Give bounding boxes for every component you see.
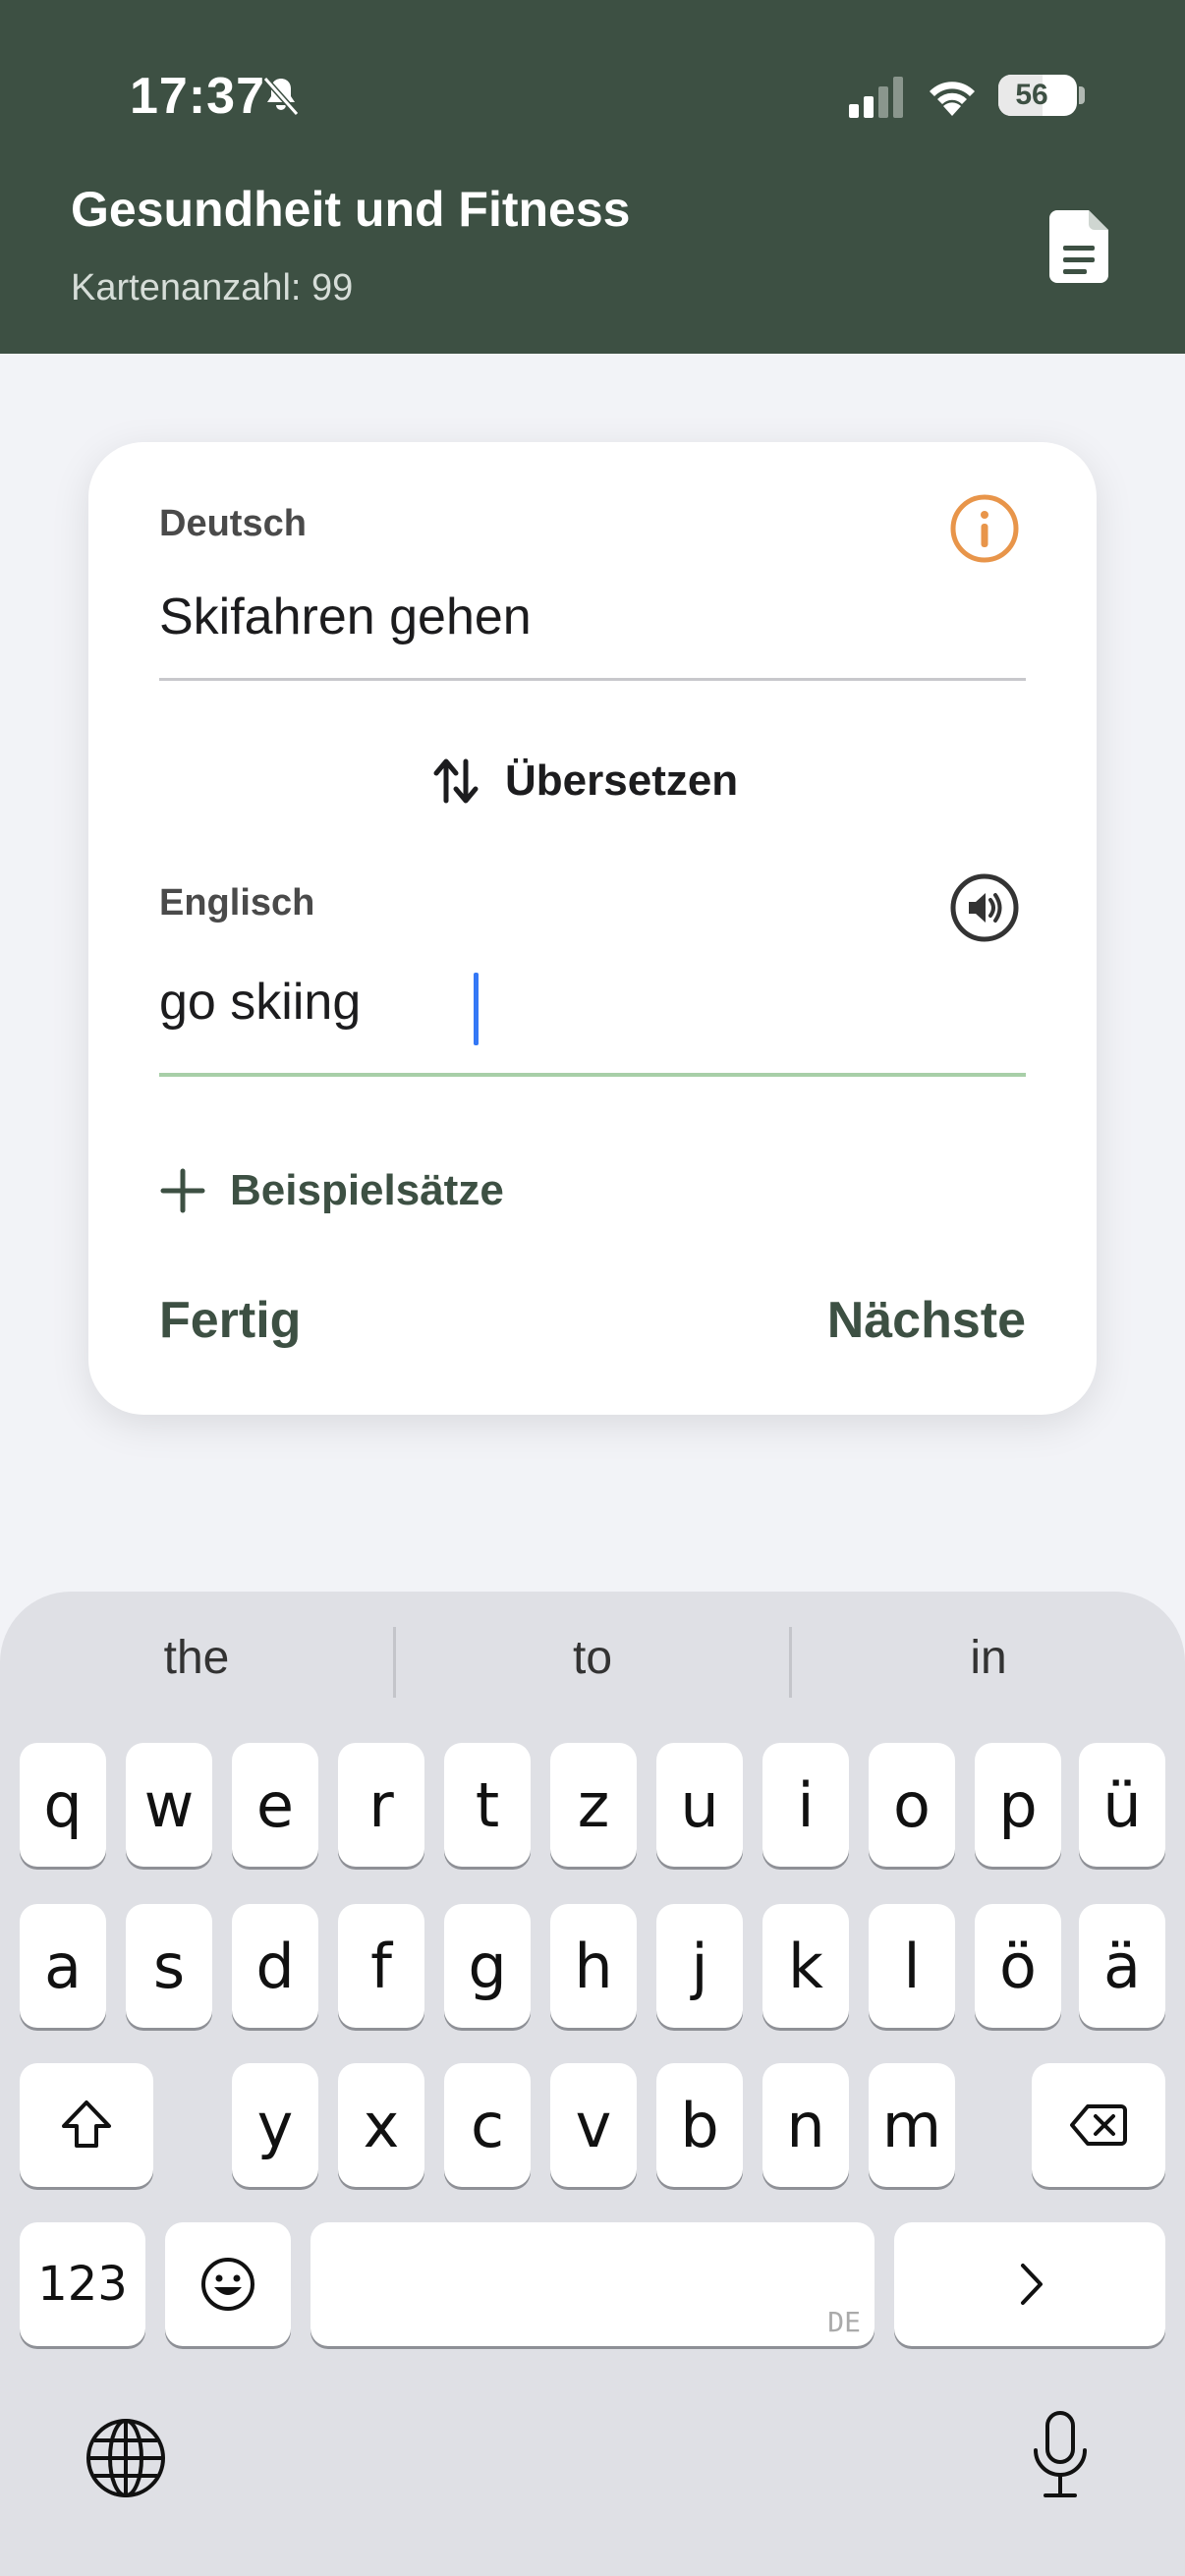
target-field-underline (159, 1073, 1026, 1077)
key-a[interactable]: a (20, 1904, 106, 2028)
shift-icon (62, 2100, 111, 2148)
key-m[interactable]: m (869, 2063, 955, 2187)
translate-button[interactable]: Übersetzen (428, 737, 738, 825)
target-language-label: Englisch (159, 882, 315, 924)
document-icon[interactable] (1049, 210, 1108, 283)
suggestion-bar: the to in (0, 1592, 1185, 1741)
key-t[interactable]: t (444, 1743, 531, 1867)
key-s[interactable]: s (126, 1904, 212, 2028)
key-i[interactable]: i (762, 1743, 849, 1867)
plus-icon (160, 1168, 205, 1213)
key-g[interactable]: g (444, 1904, 531, 2028)
status-time: 17:37 (130, 68, 265, 125)
key-z[interactable]: z (550, 1743, 637, 1867)
page-title: Gesundheit und Fitness (71, 182, 631, 237)
key-w[interactable]: w (126, 1743, 212, 1867)
space-key[interactable]: DE (310, 2222, 875, 2346)
key-v[interactable]: v (550, 2063, 637, 2187)
source-field-underline (159, 678, 1026, 681)
key-e[interactable]: e (232, 1743, 318, 1867)
info-icon[interactable] (949, 493, 1020, 564)
key-n[interactable]: n (762, 2063, 849, 2187)
key-l[interactable]: l (869, 1904, 955, 2028)
suggestion-item[interactable]: to (396, 1631, 789, 1685)
microphone-icon[interactable] (1026, 2409, 1095, 2499)
speaker-icon[interactable] (949, 872, 1020, 943)
key-d[interactable]: d (232, 1904, 318, 2028)
cellular-signal-icon (849, 77, 903, 118)
next-field-key[interactable] (894, 2222, 1165, 2346)
key-c[interactable]: c (444, 2063, 531, 2187)
key-h[interactable]: h (550, 1904, 637, 2028)
emoji-key[interactable] (165, 2222, 291, 2346)
key-y[interactable]: y (232, 2063, 318, 2187)
wifi-icon (930, 82, 975, 116)
emoji-icon (201, 2258, 254, 2311)
shift-key[interactable] (20, 2063, 153, 2187)
suggestion-item[interactable]: the (0, 1631, 393, 1685)
battery-indicator: 56 (998, 75, 1077, 116)
key-u[interactable]: u (656, 1743, 743, 1867)
target-term-field[interactable]: go skiing (159, 973, 361, 1032)
key-r[interactable]: r (338, 1743, 424, 1867)
next-button[interactable]: Nächste (827, 1291, 1026, 1350)
battery-percent: 56 (1015, 79, 1048, 111)
keyboard-language-mark: DE (827, 2306, 861, 2338)
key-o-umlaut[interactable]: ö (975, 1904, 1061, 2028)
key-x[interactable]: x (338, 2063, 424, 2187)
key-q[interactable]: q (20, 1743, 106, 1867)
keyboard: the to in q w e r t z u i o p ü a s d f … (0, 1592, 1185, 2576)
flashcard-editor: Deutsch Skifahren gehen Übersetzen Engli… (88, 442, 1097, 1415)
add-example-sentences-button[interactable]: Beispielsätze (159, 1151, 504, 1230)
numbers-key[interactable]: 123 (20, 2222, 145, 2346)
key-u-umlaut[interactable]: ü (1079, 1743, 1165, 1867)
app-header: 17:37 56 Gesundheit und Fitness Kartenan… (0, 0, 1185, 354)
key-p[interactable]: p (975, 1743, 1061, 1867)
examples-label: Beispielsätze (230, 1166, 504, 1214)
swap-arrows-icon (433, 758, 479, 804)
backspace-key[interactable] (1032, 2063, 1165, 2187)
chevron-right-icon (1021, 2264, 1043, 2305)
key-b[interactable]: b (656, 2063, 743, 2187)
bell-slash-icon (262, 77, 300, 116)
key-a-umlaut[interactable]: ä (1079, 1904, 1165, 2028)
source-term-field[interactable]: Skifahren gehen (159, 588, 532, 646)
source-language-label: Deutsch (159, 503, 307, 544)
text-caret (474, 973, 479, 1045)
backspace-icon (1070, 2104, 1127, 2146)
suggestion-item[interactable]: in (792, 1631, 1185, 1685)
done-button[interactable]: Fertig (159, 1291, 301, 1350)
translate-label: Übersetzen (505, 756, 739, 805)
key-f[interactable]: f (338, 1904, 424, 2028)
key-o[interactable]: o (869, 1743, 955, 1867)
key-k[interactable]: k (762, 1904, 849, 2028)
card-count: Kartenanzahl: 99 (71, 267, 354, 308)
key-j[interactable]: j (656, 1904, 743, 2028)
battery-cap (1079, 86, 1085, 104)
globe-icon[interactable] (85, 2417, 167, 2499)
